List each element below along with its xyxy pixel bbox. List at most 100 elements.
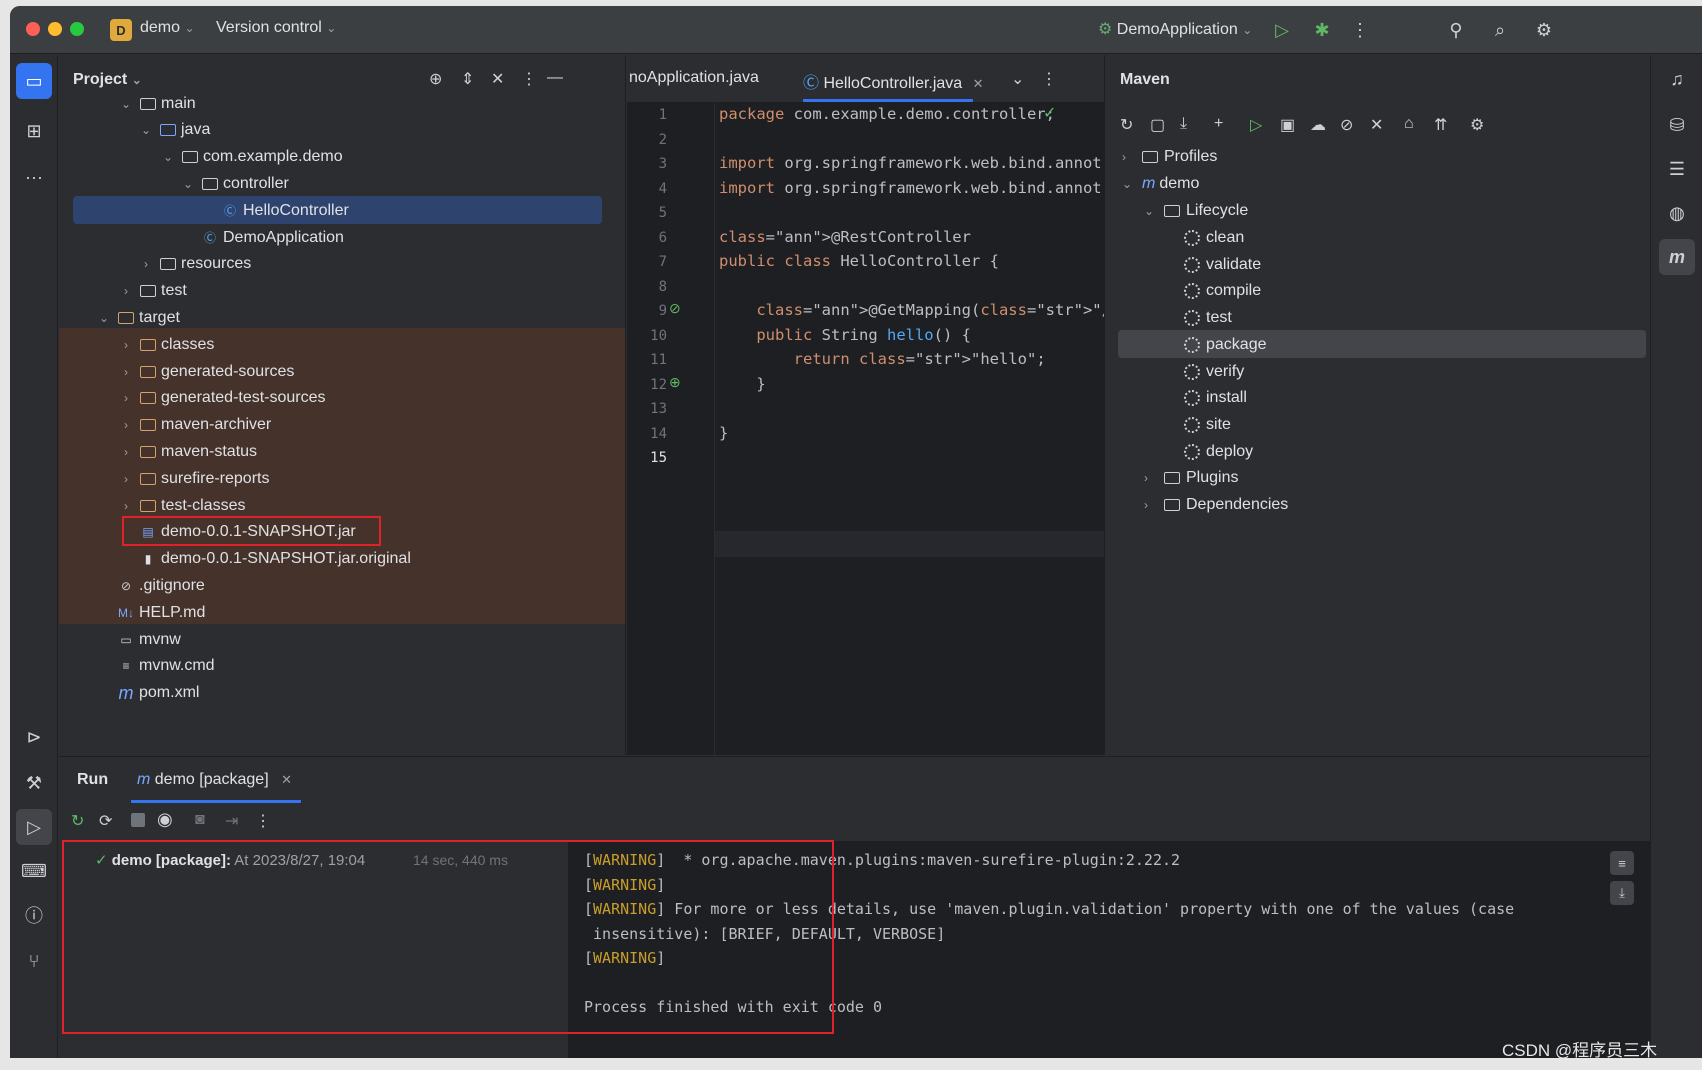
terminal-icon[interactable]: ⌨ <box>16 853 52 889</box>
tree-item-java[interactable]: ⌄ java <box>59 116 625 145</box>
code-line[interactable]: } <box>719 375 765 393</box>
tree-item-demoapplication[interactable]: Ⓒ DemoApplication <box>59 223 625 252</box>
tree-item-resources[interactable]: › resources <box>59 250 625 279</box>
code-line[interactable]: public String hello() { <box>719 326 971 344</box>
maven-goal-install[interactable]: install <box>1184 384 1247 412</box>
code-line[interactable]: class="ann">@GetMapping(class="str">"/he… <box>719 301 1104 319</box>
code-line[interactable]: package com.example.demo.controller; <box>719 105 1055 123</box>
git-icon[interactable]: ⑂ <box>16 943 52 979</box>
settings-gear-icon[interactable]: ⚙ <box>1530 16 1558 44</box>
maven-dependencies-node[interactable]: › Dependencies <box>1144 491 1288 519</box>
hide-panel-icon[interactable]: — <box>547 69 563 87</box>
code-line[interactable]: return class="str">"hello"; <box>719 350 1046 368</box>
chevron-right-icon[interactable]: › <box>119 499 133 513</box>
tree-item-classes[interactable]: › classes <box>59 330 625 359</box>
tabs-more-icon[interactable]: ⋮ <box>1041 69 1057 89</box>
tree-item-pom-xml[interactable]: m pom.xml <box>59 679 625 708</box>
tree-item-maven-status[interactable]: › maven-status <box>59 437 625 466</box>
add-user-icon[interactable]: ⚲ <box>1442 16 1470 44</box>
tree-item-mvnw-cmd[interactable]: ≡ mvnw.cmd <box>59 652 625 681</box>
more-icon[interactable]: ⋮ <box>255 811 271 831</box>
services-icon[interactable]: ⊳ <box>16 719 52 755</box>
close-tab-icon[interactable]: ✕ <box>281 772 292 787</box>
download-icon[interactable]: ⤓ <box>1180 115 1187 133</box>
tree-item-hellocontroller[interactable]: Ⓒ HelloController <box>59 196 625 225</box>
tree-item-demo-0-0-1-snapshot-jar-original[interactable]: ▮ demo-0.0.1-SNAPSHOT.jar.original <box>59 545 625 574</box>
run-goal-icon[interactable]: ▷ <box>1250 115 1262 135</box>
maven-goal-compile[interactable]: compile <box>1184 277 1261 305</box>
database-icon[interactable]: ⛁ <box>1659 107 1695 143</box>
chevron-right-icon[interactable]: › <box>119 284 133 298</box>
project-panel-title[interactable]: Project ⌄ <box>73 71 142 89</box>
tree-item--gitignore[interactable]: ⊘ .gitignore <box>59 571 625 600</box>
maven-goal-validate[interactable]: validate <box>1184 251 1261 279</box>
debug-icon[interactable]: ✱ <box>1308 16 1336 44</box>
problems-icon[interactable]: ⓘ <box>16 897 52 933</box>
chevron-down-icon[interactable]: ⌄ <box>161 150 175 164</box>
code-line[interactable]: import org.springframework.web.bind.anno… <box>719 154 1102 172</box>
collapse-icon[interactable]: ✕ <box>1370 115 1383 135</box>
code-line[interactable]: } <box>719 424 728 442</box>
chevron-down-icon[interactable]: ⌄ <box>97 311 111 325</box>
maven-goal-clean[interactable]: clean <box>1184 224 1244 252</box>
maven-goal-site[interactable]: site <box>1184 411 1231 439</box>
maven-icon[interactable]: m <box>1659 239 1695 275</box>
maven-goal-verify[interactable]: verify <box>1184 358 1244 386</box>
soft-wrap-icon[interactable]: ≡ <box>1610 851 1634 875</box>
screenshot-camera-icon[interactable]: ◙ <box>195 811 205 829</box>
tab-demo-application[interactable]: noApplication.java <box>629 69 759 87</box>
tree-item-controller[interactable]: ⌄ controller <box>59 169 625 198</box>
endpoint-gutter-icon[interactable]: ⊕ <box>669 374 681 391</box>
close-tab-icon[interactable]: ✕ <box>973 76 984 91</box>
chevron-down-icon[interactable]: ⌄ <box>181 177 195 191</box>
tree-item-surefire-reports[interactable]: › surefire-reports <box>59 464 625 493</box>
spring-bean-gutter-icon[interactable]: ⊘ <box>669 300 681 317</box>
tree-item-target[interactable]: ⌄ target <box>59 303 625 332</box>
chevron-down-icon[interactable]: ⌄ <box>119 97 133 111</box>
collapse-all-icon[interactable]: ✕ <box>491 69 504 89</box>
project-tool-folder-icon[interactable]: ▭ <box>16 63 52 99</box>
chevron-right-icon[interactable]: › <box>139 257 153 271</box>
maven-plugins-node[interactable]: › Plugins <box>1144 464 1238 492</box>
maven-settings-icon[interactable]: ⚙ <box>1470 115 1484 135</box>
skip-tests-icon[interactable]: ⊘ <box>1340 115 1353 135</box>
tree-item-test[interactable]: › test <box>59 277 625 306</box>
run-icon[interactable]: ▷ <box>1268 16 1296 44</box>
tree-item-com-example-demo[interactable]: ⌄ com.example.demo <box>59 143 625 172</box>
search-icon[interactable]: ⌕ <box>1486 16 1514 44</box>
endpoints-globe-icon[interactable]: ◍ <box>1659 195 1695 231</box>
execute-goal-icon[interactable]: ▣ <box>1280 115 1295 135</box>
chevron-right-icon[interactable]: › <box>119 472 133 486</box>
chevron-right-icon[interactable]: › <box>119 445 133 459</box>
more-tools-icon[interactable]: ··· <box>16 159 52 195</box>
tabs-dropdown-icon[interactable]: ⌄ <box>1011 69 1024 89</box>
tab-hello-controller[interactable]: Ⓒ HelloController.java ✕ <box>803 69 984 93</box>
maximize-window-button[interactable] <box>70 22 84 36</box>
vcs-menu[interactable]: Version control ⌄ <box>216 19 336 37</box>
tree-item-maven-archiver[interactable]: › maven-archiver <box>59 411 625 440</box>
more-icon[interactable]: ⋮ <box>1346 16 1374 44</box>
code-line[interactable]: class="ann">@RestController <box>719 228 971 246</box>
expand-all-icon[interactable]: ⇕ <box>461 69 474 89</box>
maven-profiles-node[interactable]: › Profiles <box>1122 143 1217 171</box>
chevron-right-icon[interactable]: › <box>119 365 133 379</box>
add-project-icon[interactable]: ▢ <box>1150 115 1165 135</box>
run-tool-icon[interactable]: ▷ <box>16 809 52 845</box>
stop-icon[interactable] <box>131 813 145 827</box>
reload-icon[interactable]: ↻ <box>1120 115 1133 135</box>
rerun-icon[interactable]: ↻ <box>71 811 84 831</box>
chevron-down-icon[interactable]: ⌄ <box>139 123 153 137</box>
project-switcher[interactable]: demo ⌄ <box>140 19 195 37</box>
build-hammer-icon[interactable]: ⚒ <box>16 765 52 801</box>
export-icon[interactable]: ⇥ <box>225 811 238 831</box>
maven-goal-deploy[interactable]: deploy <box>1184 438 1253 466</box>
options-icon[interactable]: ⋮ <box>521 69 537 89</box>
add-icon[interactable]: + <box>1214 115 1223 133</box>
tree-item-generated-test-sources[interactable]: › generated-test-sources <box>59 384 625 413</box>
chevron-right-icon[interactable]: › <box>119 391 133 405</box>
code-line[interactable]: public class HelloController { <box>719 252 999 270</box>
close-window-button[interactable] <box>26 22 40 36</box>
show-dependencies-icon[interactable]: ⌂ <box>1404 115 1414 133</box>
view-options-eye-icon[interactable]: ◉ <box>157 809 173 830</box>
scroll-to-end-icon[interactable]: ⤓ <box>1610 881 1634 905</box>
